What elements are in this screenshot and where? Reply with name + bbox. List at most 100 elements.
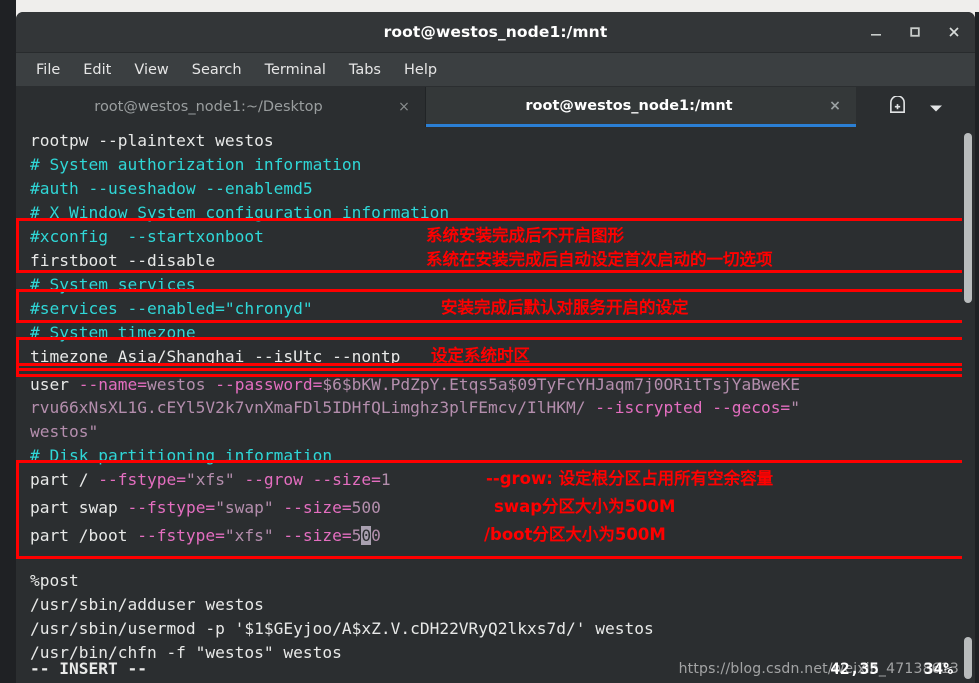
terminal-text: #xconfig --startxonboot — [30, 227, 264, 246]
terminal-text: --fstype= — [127, 498, 216, 517]
tab-mnt[interactable]: root@westos_node1:/mnt × — [426, 87, 856, 127]
terminal-content[interactable]: rootpw --plaintext westos # System author… — [16, 127, 975, 683]
terminal-line: part / --fstype="xfs" --grow --size=1 — [30, 469, 391, 490]
terminal-line: rootpw --plaintext westos — [30, 130, 274, 151]
terminal-text: rvu66xNsXL1G.cEYl5V2k7vnXmaFDl5IDHfQLimg… — [30, 398, 596, 417]
terminal-text-area: rootpw --plaintext westos # System author… — [16, 127, 975, 683]
terminal-line: # Disk partitioning information — [30, 445, 332, 466]
scrollbar-thumb[interactable] — [964, 133, 972, 303]
terminal-line: westos" — [30, 421, 98, 442]
annotation-text: 系统安装完成后不开启图形 — [426, 226, 624, 245]
terminal-text: --fstype= — [98, 470, 186, 489]
terminal-line: /usr/sbin/usermod -p '$1$GEyjoo/A$xZ.V.c… — [30, 618, 654, 639]
terminal-text: --name= — [78, 375, 147, 394]
terminal-line: timezone Asia/Shanghai --isUtc --nontp — [30, 346, 400, 367]
terminal-text: --iscrypted --gecos= — [595, 398, 791, 417]
terminal-line: part /boot --fstype="xfs" --size=500 — [30, 525, 381, 546]
terminal-text: "swap" — [215, 498, 284, 517]
window-titlebar[interactable]: root@westos_node1:/mnt — [16, 12, 975, 53]
menu-item-help[interactable]: Help — [394, 59, 447, 81]
tab-mnt-label: root@westos_node1:/mnt — [525, 97, 733, 114]
annotation-text: 设定系统时区 — [431, 346, 530, 365]
terminal-text: "xfs" — [224, 526, 284, 545]
terminal-text: # System services — [30, 275, 196, 294]
terminal-line: # System timezone — [30, 322, 196, 343]
terminal-text: 1 — [380, 470, 391, 489]
terminal-line: firstboot --disable — [30, 250, 215, 271]
chevron-down-icon[interactable] — [929, 98, 943, 117]
terminal-text: user — [30, 375, 79, 394]
terminal-text: 0 — [371, 526, 381, 545]
terminal-line: part swap --fstype="swap" --size=500 — [30, 497, 381, 518]
new-tab-icon[interactable] — [888, 94, 907, 119]
terminal-text: firstboot --disable — [30, 251, 216, 270]
terminal-text: " — [790, 398, 800, 417]
terminal-line: user --name=westos --password=$6$bKW.PdZ… — [30, 374, 800, 395]
terminal-text: --size= — [283, 498, 352, 517]
terminal-cursor: 0 — [361, 526, 372, 545]
terminal-line: rvu66xNsXL1G.cEYl5V2k7vnXmaFDl5IDHfQLimg… — [30, 397, 800, 418]
tabbar-tools — [856, 87, 975, 127]
desktop-left-edge — [0, 0, 16, 683]
terminal-text: "xfs" — [185, 470, 245, 489]
terminal-line: #services --enabled="chronyd" — [30, 298, 313, 319]
window-controls — [865, 12, 965, 52]
terminal-line: %post — [30, 570, 79, 591]
terminal-text: %post — [30, 571, 79, 590]
vim-status-percent: 34% — [923, 659, 953, 678]
terminal-text: /usr/sbin/usermod -p '$1$GEyjoo/A$xZ.V.c… — [30, 619, 654, 638]
maximize-button[interactable] — [904, 21, 926, 43]
terminal-text: $6$bKW.PdZpY.Etqs5a$09TyFcYHJaqm7j0ORitT… — [322, 375, 800, 394]
window-title: root@westos_node1:/mnt — [383, 23, 608, 41]
menubar: File Edit View Search Terminal Tabs Help — [16, 53, 975, 87]
terminal-text: rootpw --plaintext westos — [30, 131, 274, 150]
terminal-text: /usr/sbin/adduser westos — [30, 595, 264, 614]
terminal-text: --size= — [283, 526, 352, 545]
annotation-text: /boot分区大小为500M — [484, 525, 666, 544]
terminal-window: root@westos_node1:/mnt File Edit View Se… — [16, 12, 975, 683]
annotation-text: 系统在安装完成后自动设定首次启动的一切选项 — [426, 250, 773, 269]
terminal-text: #auth --useshadow --enablemd5 — [30, 179, 313, 198]
watermark-url: https://blog.csdn.net/weixin_47138613 — [678, 661, 959, 677]
terminal-line: # System services — [30, 274, 196, 295]
menu-item-terminal[interactable]: Terminal — [255, 59, 336, 81]
annotation-text: swap分区大小为500M — [494, 497, 676, 516]
tab-mnt-close-icon[interactable]: × — [828, 98, 842, 114]
terminal-line: # System authorization information — [30, 154, 361, 175]
terminal-text: westos" — [30, 422, 99, 441]
menu-item-search[interactable]: Search — [182, 59, 252, 81]
terminal-text: # X Window System configuration informat… — [30, 203, 450, 222]
vim-status-position: 42,35 — [830, 659, 879, 678]
annotation-text: --grow: 设定根分区占用所有空余容量 — [486, 469, 774, 488]
terminal-line: #auth --useshadow --enablemd5 — [30, 178, 313, 199]
menu-item-file[interactable]: File — [26, 59, 70, 81]
terminal-text: --grow --size= — [244, 470, 381, 489]
tab-desktop[interactable]: root@westos_node1:~/Desktop × — [16, 87, 426, 127]
terminal-text: part swap — [30, 498, 128, 517]
desktop-right-edge — [975, 12, 979, 683]
terminal-text: --password= — [215, 375, 323, 394]
terminal-text: part /boot — [30, 526, 138, 545]
minimize-button[interactable] — [865, 21, 887, 43]
menu-item-edit[interactable]: Edit — [73, 59, 121, 81]
terminal-text: # System timezone — [30, 323, 196, 342]
tabbar: root@westos_node1:~/Desktop × root@westo… — [16, 87, 975, 127]
terminal-scrollbar[interactable] — [962, 127, 975, 683]
close-button[interactable] — [943, 21, 965, 43]
terminal-line: #xconfig --startxonboot — [30, 226, 264, 247]
terminal-text: 500 — [351, 498, 381, 517]
terminal-text: westos — [146, 375, 216, 394]
terminal-text: timezone Asia/Shanghai --isUtc --nontp — [30, 347, 401, 366]
tab-desktop-label: root@westos_node1:~/Desktop — [94, 99, 323, 115]
menu-item-view[interactable]: View — [124, 59, 178, 81]
terminal-text: #services --enabled="chronyd" — [30, 299, 313, 318]
terminal-line: # X Window System configuration informat… — [30, 202, 449, 223]
terminal-text: # Disk partitioning information — [30, 446, 333, 465]
scrollbar-thumb-lower[interactable] — [964, 637, 972, 679]
terminal-text: # System authorization information — [30, 155, 362, 174]
tab-desktop-close-icon[interactable]: × — [397, 99, 411, 115]
terminal-text: part / — [30, 470, 99, 489]
terminal-line: /usr/sbin/adduser westos — [30, 594, 264, 615]
terminal-text: --fstype= — [137, 526, 225, 545]
menu-item-tabs[interactable]: Tabs — [339, 59, 391, 81]
